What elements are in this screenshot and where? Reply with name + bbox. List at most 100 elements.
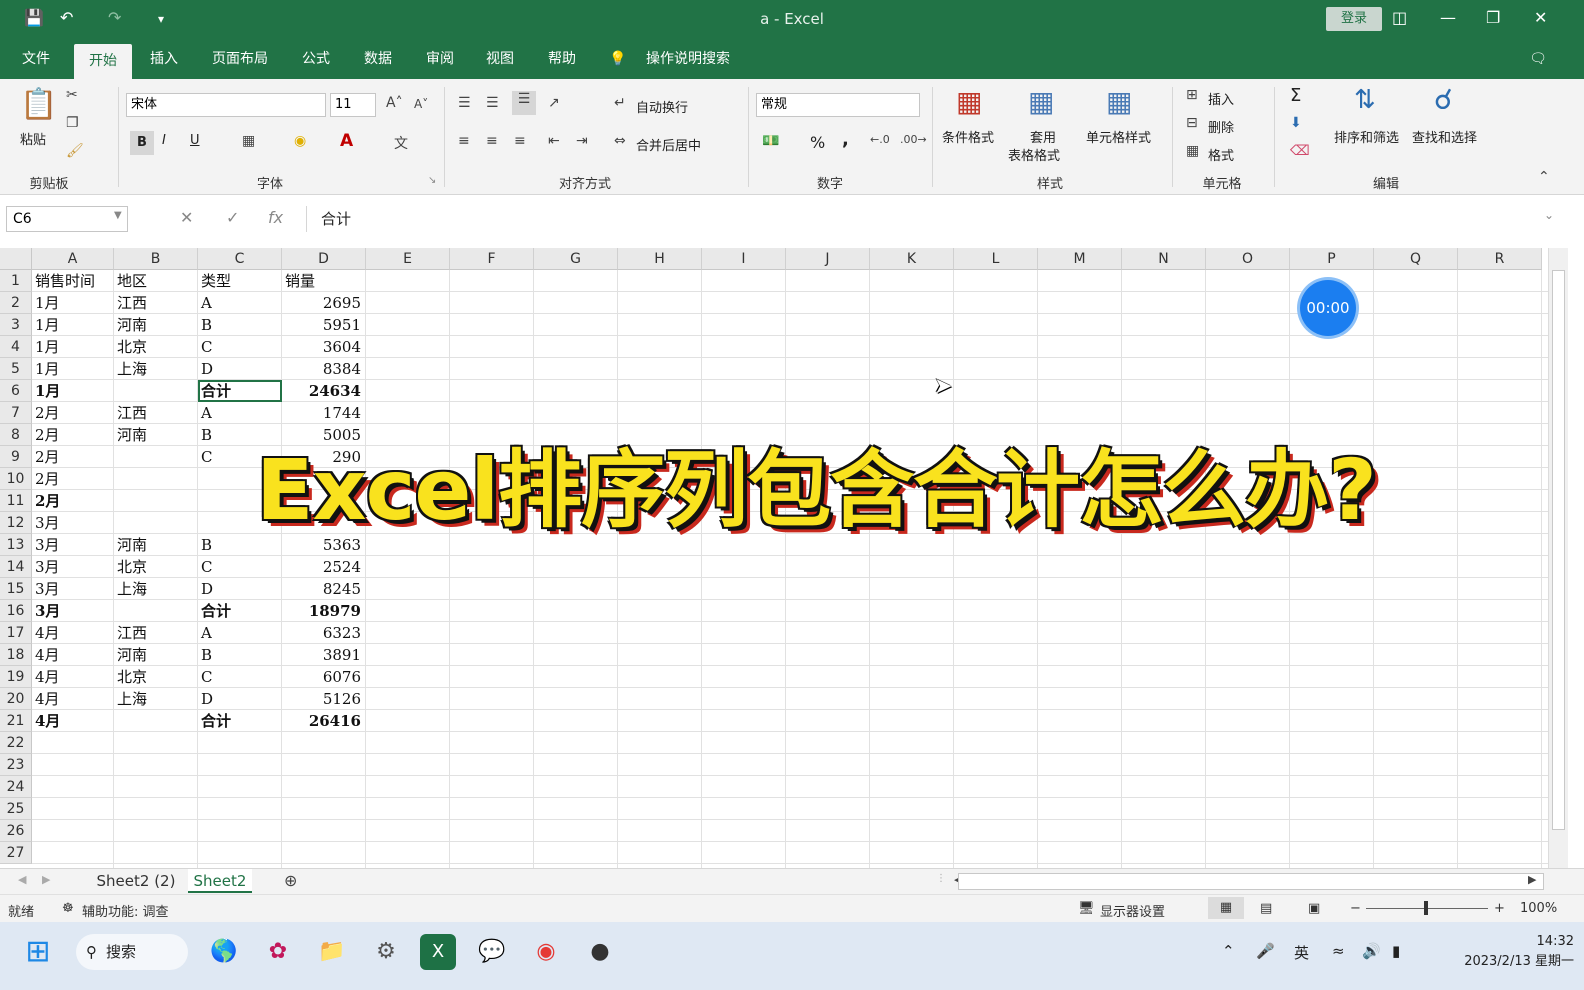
formula-input[interactable]: 合计 (306, 206, 1564, 232)
row-header[interactable]: 18 (0, 644, 32, 666)
tab-file[interactable]: 文件 (12, 40, 60, 79)
add-sheet-icon[interactable]: ⊕ (284, 871, 297, 890)
zoom-in-icon[interactable]: + (1494, 901, 1505, 916)
insert-cells-icon[interactable]: ⊞ (1186, 87, 1198, 103)
taskbar-search[interactable]: ⚲ 搜索 (76, 934, 188, 970)
column-header[interactable]: M (1038, 248, 1122, 270)
row-header[interactable]: 26 (0, 820, 32, 842)
paste-button[interactable]: 粘贴 (20, 129, 46, 148)
zoom-slider-thumb[interactable] (1424, 901, 1428, 915)
cell-d5[interactable]: 8384 (285, 358, 361, 380)
wrap-text-icon[interactable]: ↵ (614, 95, 626, 111)
align-left-icon[interactable]: ≡ (458, 133, 470, 149)
copy-icon[interactable]: ❐ (66, 115, 79, 131)
cell-a16[interactable]: 3月 (35, 600, 109, 622)
cell-d19[interactable]: 6076 (285, 666, 361, 688)
cell-c5[interactable]: D (201, 358, 277, 380)
horizontal-scrollbar[interactable] (958, 873, 1544, 890)
column-header[interactable]: N (1122, 248, 1206, 270)
row-header[interactable]: 14 (0, 556, 32, 578)
cell-c19[interactable]: C (201, 666, 277, 688)
tray-overflow-icon[interactable]: ⌃ (1222, 942, 1235, 960)
wrap-text-button[interactable]: 自动换行 (636, 97, 688, 116)
page-layout-view-icon[interactable]: ▤ (1260, 901, 1272, 916)
clear-icon[interactable]: ⌫ (1290, 143, 1310, 159)
column-header[interactable]: G (534, 248, 618, 270)
cell-a1[interactable]: 销售时间 (35, 270, 109, 292)
column-header[interactable]: K (870, 248, 954, 270)
font-dialog-launcher-icon[interactable]: ↘ (428, 175, 436, 186)
row-header[interactable]: 27 (0, 842, 32, 864)
close-icon[interactable]: ✕ (1534, 8, 1547, 27)
find-select-icon[interactable]: ☌ (1434, 83, 1453, 116)
row-header[interactable]: 13 (0, 534, 32, 556)
cell-c17[interactable]: A (201, 622, 277, 644)
format-as-table-button[interactable]: 套用 (1030, 127, 1056, 146)
increase-decimal-icon[interactable]: ←.0 (870, 133, 890, 146)
collapse-ribbon-icon[interactable]: ⌃ (1538, 169, 1550, 185)
vertical-scrollbar[interactable] (1548, 248, 1568, 870)
cell-c20[interactable]: D (201, 688, 277, 710)
number-format-select[interactable]: 常规 (756, 93, 920, 117)
restore-icon[interactable]: ❐ (1486, 8, 1500, 27)
cell-d14[interactable]: 2524 (285, 556, 361, 578)
insert-function-button[interactable]: fx (268, 208, 283, 227)
bold-button[interactable]: B (130, 131, 154, 155)
column-header[interactable]: F (450, 248, 534, 270)
app-icon[interactable]: ✿ (260, 934, 296, 970)
cell-d21[interactable]: 26416 (285, 710, 361, 732)
column-header[interactable]: H (618, 248, 702, 270)
format-cells-button[interactable]: 格式 (1208, 145, 1234, 164)
excel-taskbar-icon[interactable]: X (420, 934, 456, 970)
align-bottom-icon[interactable]: ☰ (512, 91, 536, 115)
tab-review[interactable]: 审阅 (416, 40, 464, 79)
row-header[interactable]: 4 (0, 336, 32, 358)
sheet-tab-sheet2-copy[interactable]: Sheet2 (2) (88, 869, 184, 893)
row-header[interactable]: 7 (0, 402, 32, 424)
minimize-icon[interactable]: — (1440, 8, 1456, 27)
cell-a7[interactable]: 2月 (35, 402, 109, 424)
cell-d6[interactable]: 24634 (285, 380, 361, 402)
microphone-icon[interactable]: 🎤 (1256, 942, 1275, 960)
login-button[interactable]: 登录 (1326, 7, 1382, 31)
prev-sheet-icon[interactable]: ◀ (18, 873, 26, 886)
cell-a4[interactable]: 1月 (35, 336, 109, 358)
fill-icon[interactable]: ⬇ (1290, 115, 1302, 131)
font-size-select[interactable]: 11 (330, 93, 376, 117)
cell-c14[interactable]: C (201, 556, 277, 578)
row-header[interactable]: 19 (0, 666, 32, 688)
delete-cells-button[interactable]: 删除 (1208, 117, 1234, 136)
delete-cells-icon[interactable]: ⊟ (1186, 115, 1198, 131)
cell-b20[interactable]: 上海 (117, 688, 193, 710)
row-header[interactable]: 12 (0, 512, 32, 534)
decrease-decimal-icon[interactable]: .00→ (900, 133, 927, 146)
panda-app-icon[interactable]: ● (582, 934, 618, 970)
cell-b1[interactable]: 地区 (117, 270, 193, 292)
find-select-button[interactable]: 查找和选择 (1412, 127, 1477, 146)
accessibility-status[interactable]: 辅助功能: 调查 (82, 901, 169, 920)
format-painter-icon[interactable]: 🖌 (66, 143, 84, 159)
align-center-icon[interactable]: ≡ (486, 133, 498, 149)
cell-b14[interactable]: 北京 (117, 556, 193, 578)
conditional-formatting-icon[interactable]: ▦ (956, 85, 982, 118)
tab-formulas[interactable]: 公式 (292, 40, 340, 79)
row-header[interactable]: 2 (0, 292, 32, 314)
cell-c15[interactable]: D (201, 578, 277, 600)
cell-a18[interactable]: 4月 (35, 644, 109, 666)
paste-icon[interactable]: 📋 (20, 87, 57, 122)
underline-button[interactable]: U (190, 133, 200, 148)
cell-c21[interactable]: 合计 (201, 710, 277, 732)
format-as-table-icon[interactable]: ▦ (1028, 85, 1054, 118)
battery-icon[interactable]: ▮ (1392, 942, 1400, 960)
ribbon-display-icon[interactable]: ◫ (1392, 8, 1407, 27)
tab-home[interactable]: 开始 (74, 44, 132, 79)
cell-d4[interactable]: 3604 (285, 336, 361, 358)
cell-c16[interactable]: 合计 (201, 600, 277, 622)
row-header[interactable]: 20 (0, 688, 32, 710)
cancel-button[interactable]: ✕ (180, 208, 193, 227)
row-header[interactable]: 11 (0, 490, 32, 512)
merge-center-button[interactable]: 合并后居中 (636, 135, 701, 154)
cell-a20[interactable]: 4月 (35, 688, 109, 710)
tell-me-search[interactable]: 操作说明搜索 (636, 40, 740, 79)
cell-styles-icon[interactable]: ▦ (1106, 85, 1132, 118)
